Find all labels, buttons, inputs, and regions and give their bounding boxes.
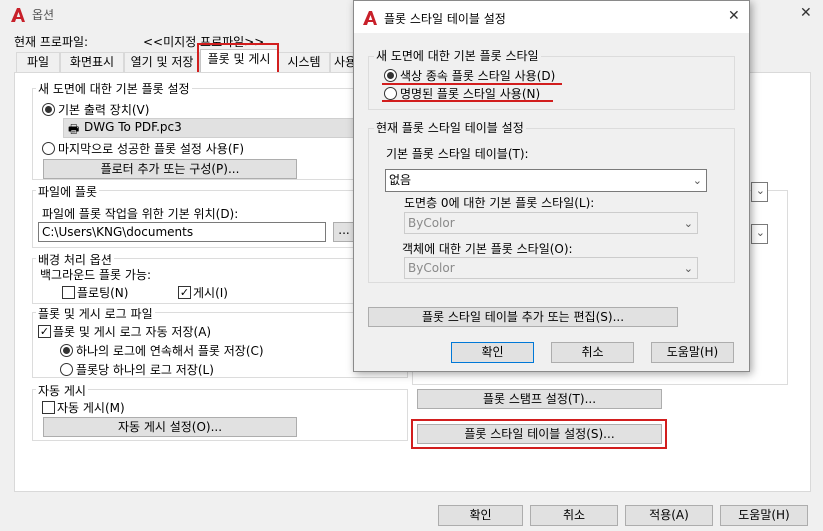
dialog-ok-button[interactable]: 확인 — [451, 342, 534, 363]
chevron-down-icon: ⌄ — [683, 217, 693, 230]
group-title: 새 도면에 대한 기본 플롯 스타일 — [374, 47, 541, 64]
printer-icon: 🖶 — [68, 122, 80, 136]
chevron-down-icon: ⌄ — [692, 174, 702, 187]
window-close-icon[interactable]: ✕ — [800, 5, 812, 21]
tab-label: 시스템 — [287, 55, 321, 69]
dialog-close-icon[interactable]: ✕ — [728, 8, 740, 24]
highlight-style-table-button — [411, 419, 667, 449]
tab-label: 열기 및 저장 — [130, 55, 194, 69]
dialog-title: 플롯 스타일 테이블 설정 — [384, 12, 506, 26]
publishing-label: 게시(I) — [193, 286, 228, 300]
radio-named-style[interactable] — [384, 87, 397, 100]
tab-open-save[interactable]: 열기 및 저장 — [124, 52, 200, 72]
file-location-label: 파일에 플롯 작업을 위한 기본 위치(D): — [42, 207, 239, 221]
last-success-label: 마지막으로 성공한 플롯 설정 사용(F) — [58, 142, 245, 156]
radio-color-dependent[interactable] — [384, 69, 397, 82]
checkbox-plotting[interactable] — [62, 286, 75, 299]
chevron-down-icon: ⌄ — [755, 226, 765, 239]
radio-last-success[interactable] — [42, 142, 55, 155]
per-plot-log-label: 플롯당 하나의 로그 저장(L) — [76, 363, 214, 377]
right-combo-2[interactable]: ⌄ — [751, 224, 768, 244]
plot-style-dialog: 플롯 스타일 테이블 설정 ✕ 새 도면에 대한 기본 플롯 스타일 색상 종속… — [353, 0, 750, 372]
object-style-label: 객체에 대한 기본 플롯 스타일(O): — [402, 242, 573, 256]
chevron-down-icon: ⌄ — [683, 262, 693, 275]
autocad-logo-icon — [363, 11, 377, 25]
color-dependent-label: 색상 종속 플롯 스타일 사용(D) — [400, 69, 556, 83]
layer0-value: ByColor — [408, 216, 455, 230]
tab-label: 파일 — [26, 55, 50, 69]
group-title: 파일에 플롯 — [36, 183, 100, 200]
add-plotter-button[interactable]: 플로터 추가 또는 구성(P)... — [43, 159, 297, 179]
default-table-value: 없음 — [389, 173, 412, 187]
profile-label: 현재 프로파일: — [14, 35, 89, 49]
help-button[interactable]: 도움말(H) — [720, 505, 808, 526]
group-title: 새 도면에 대한 기본 플롯 설정 — [36, 80, 192, 97]
group-title: 플롯 및 게시 로그 파일 — [36, 305, 155, 322]
auto-save-log-label: 플롯 및 게시 로그 자동 저장(A) — [53, 325, 212, 339]
add-edit-table-button[interactable]: 플롯 스타일 테이블 추가 또는 편집(S)... — [368, 307, 678, 327]
default-table-label: 기본 플롯 스타일 테이블(T): — [386, 147, 529, 161]
radio-per-plot-log[interactable] — [60, 363, 73, 376]
tab-label: 화면표시 — [69, 55, 115, 69]
object-style-combo: ByColor ⌄ — [404, 257, 698, 279]
browse-button[interactable]: ... — [333, 222, 355, 242]
ok-button[interactable]: 확인 — [438, 505, 523, 526]
group-title: 현재 플롯 스타일 테이블 설정 — [374, 119, 526, 136]
layer0-label: 도면층 0에 대한 기본 플롯 스타일(L): — [404, 196, 595, 210]
group-title: 자동 게시 — [36, 382, 88, 399]
tab-files[interactable]: 파일 — [16, 52, 60, 72]
autopublish-settings-button[interactable]: 자동 게시 설정(O)... — [43, 417, 297, 437]
apply-button[interactable]: 적용(A) — [625, 505, 713, 526]
radio-default-device[interactable] — [42, 103, 55, 116]
continuous-log-label: 하나의 로그에 연속해서 플롯 저장(C) — [76, 344, 264, 358]
radio-continuous-log[interactable] — [60, 344, 73, 357]
tab-display[interactable]: 화면표시 — [60, 52, 124, 72]
checkbox-publishing[interactable]: ✓ — [178, 286, 191, 299]
tab-system[interactable]: 시스템 — [278, 52, 330, 72]
chevron-down-icon: ⌄ — [755, 184, 765, 197]
layer0-combo: ByColor ⌄ — [404, 212, 698, 234]
dialog-cancel-button[interactable]: 취소 — [551, 342, 634, 363]
underline-named-style — [382, 100, 553, 102]
cancel-button[interactable]: 취소 — [530, 505, 618, 526]
default-device-label: 기본 출력 장치(V) — [58, 103, 150, 117]
autocad-logo-icon — [11, 8, 25, 22]
dialog-help-button[interactable]: 도움말(H) — [651, 342, 734, 363]
plotting-label: 플로팅(N) — [77, 286, 129, 300]
plot-stamp-button[interactable]: 플롯 스탬프 설정(T)... — [417, 389, 662, 409]
checkbox-autopublish[interactable] — [42, 401, 55, 414]
file-location-input[interactable]: C:\Users\KNG\documents — [38, 222, 326, 242]
autopublish-label: 자동 게시(M) — [57, 401, 125, 415]
window-title: 옵션 — [32, 8, 55, 22]
checkbox-auto-save-log[interactable]: ✓ — [38, 325, 51, 338]
right-combo-1[interactable]: ⌄ — [751, 182, 768, 202]
default-table-combo[interactable]: 없음 ⌄ — [385, 169, 707, 192]
device-value: DWG To PDF.pc3 — [84, 120, 182, 134]
object-style-value: ByColor — [408, 261, 455, 275]
background-enable-label: 백그라운드 플롯 가능: — [40, 268, 152, 282]
